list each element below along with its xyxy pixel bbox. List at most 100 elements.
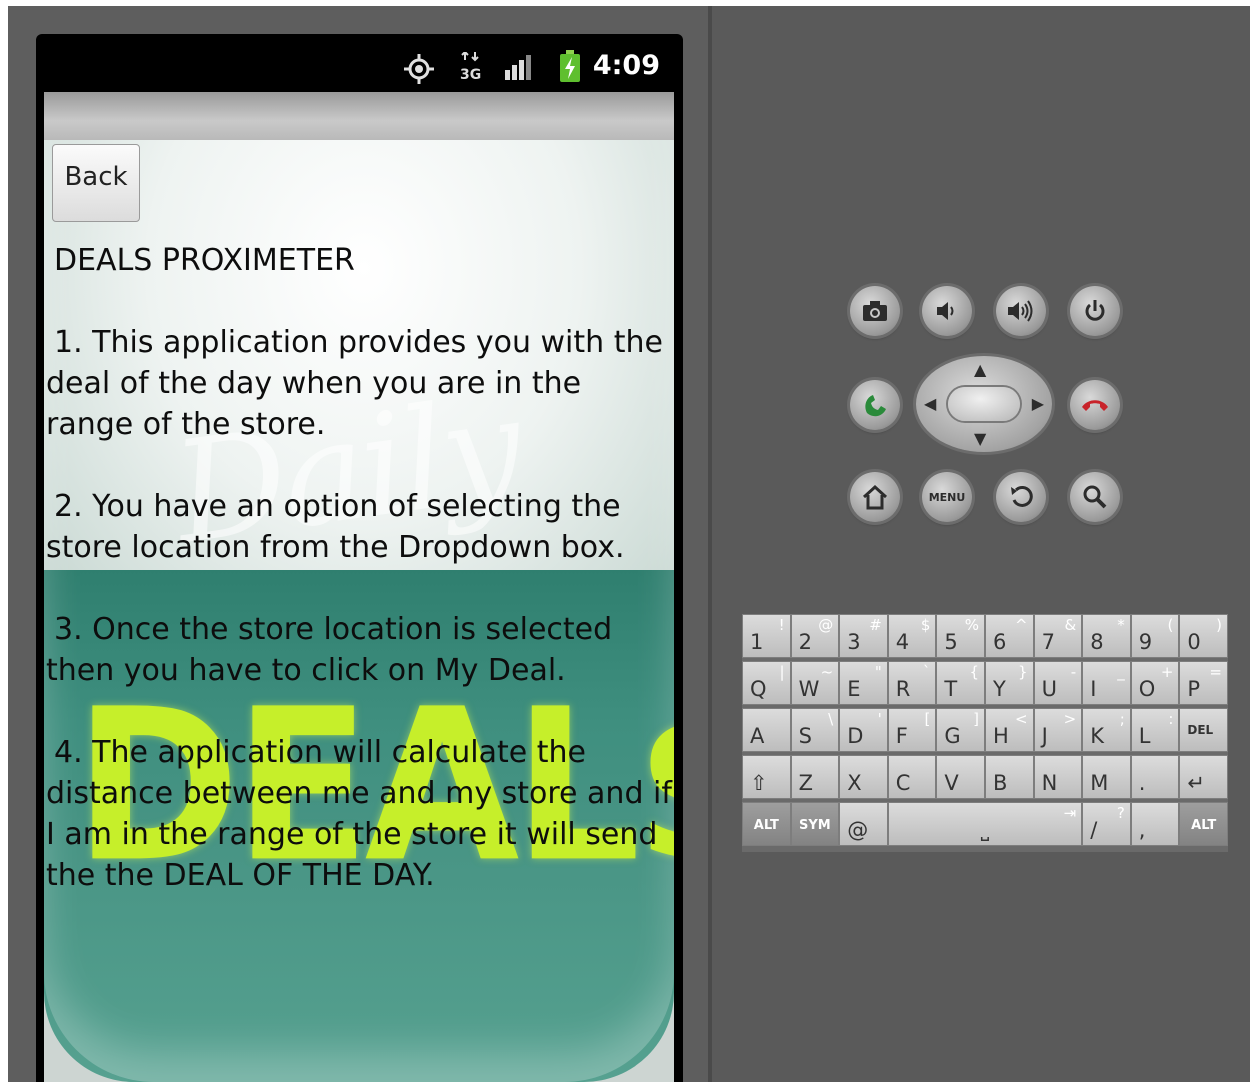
key-row4-8[interactable]: . bbox=[1130, 755, 1180, 799]
key-row4-1[interactable]: Z bbox=[790, 755, 840, 799]
key-row1-1[interactable]: 2 @ bbox=[790, 614, 840, 658]
key-row4-4[interactable]: V bbox=[936, 755, 985, 799]
help-paragraph-2: 2. You have an option of selecting the s… bbox=[46, 489, 625, 565]
dpad-down-icon[interactable]: ▼ bbox=[974, 429, 986, 448]
sym-key[interactable]: SYM bbox=[790, 802, 840, 846]
key-label: ↵ bbox=[1187, 771, 1205, 795]
dpad-left-icon[interactable]: ◀ bbox=[924, 394, 936, 413]
key-row3-8[interactable]: L: bbox=[1130, 708, 1180, 752]
power-button[interactable] bbox=[1070, 286, 1120, 336]
key-row1-6[interactable]: 7 & bbox=[1033, 614, 1083, 658]
key-alt-label: ' bbox=[877, 710, 882, 728]
key-row3-7[interactable]: K; bbox=[1082, 708, 1131, 752]
key-alt-label: & bbox=[1064, 616, 1077, 634]
key-label: X bbox=[847, 771, 862, 795]
key-label: , bbox=[1138, 818, 1146, 842]
key-row4-0[interactable]: ⇧ bbox=[742, 755, 791, 799]
key-row2-4[interactable]: T{ bbox=[936, 661, 985, 705]
key-label: Q bbox=[750, 677, 767, 701]
call-button[interactable] bbox=[850, 380, 900, 430]
key-alt-label: * bbox=[1117, 616, 1125, 634]
key-row1-4[interactable]: 5% bbox=[936, 614, 985, 658]
key-row4-7[interactable]: M bbox=[1082, 755, 1131, 799]
alt-right-key[interactable]: ALT bbox=[1179, 802, 1228, 846]
back-button[interactable]: Back bbox=[52, 144, 140, 222]
key-row4-3[interactable]: C bbox=[887, 755, 937, 799]
key-label: . bbox=[1138, 771, 1146, 795]
key-label: G bbox=[944, 724, 961, 748]
key-row3-1[interactable]: S \ bbox=[790, 708, 840, 752]
key-row2-1[interactable]: W ~ bbox=[790, 661, 840, 705]
key-label: M bbox=[1090, 771, 1109, 795]
key-row4-9[interactable]: ↵ bbox=[1179, 755, 1228, 799]
key-row1-3[interactable]: 4 $ bbox=[887, 614, 937, 658]
key-row3-4[interactable]: G] bbox=[936, 708, 985, 752]
status-bar: 3G 4:09 bbox=[44, 40, 674, 92]
title-bar bbox=[44, 92, 674, 140]
key-row4-6[interactable]: N bbox=[1033, 755, 1083, 799]
key-label: L bbox=[1138, 724, 1151, 748]
key-row3-6[interactable]: J > bbox=[1033, 708, 1083, 752]
key-label: C bbox=[895, 771, 911, 795]
dpad-center-button[interactable] bbox=[948, 387, 1020, 421]
key-row2-5[interactable]: Y} bbox=[985, 661, 1034, 705]
key-row3-9[interactable]: DEL bbox=[1179, 708, 1228, 752]
volume-up-icon bbox=[1008, 300, 1033, 322]
key-row3-3[interactable]: F[ bbox=[887, 708, 937, 752]
home-button[interactable] bbox=[850, 472, 900, 522]
key-alt-label: < bbox=[1015, 710, 1028, 728]
key-row3-2[interactable]: D ' bbox=[839, 708, 888, 752]
at-key[interactable]: @ bbox=[839, 802, 888, 846]
key-row3-0[interactable]: A bbox=[742, 708, 791, 752]
battery-charging-icon bbox=[558, 50, 582, 88]
dpad[interactable]: ▲ ▼ ◀ ▶ bbox=[916, 356, 1052, 452]
dpad-up-icon[interactable]: ▲ bbox=[974, 360, 986, 379]
key-label: DEL bbox=[1187, 723, 1214, 737]
key-alt-label: | bbox=[779, 663, 785, 681]
key-label: / bbox=[1090, 818, 1098, 842]
key-alt-label: = bbox=[1209, 663, 1222, 681]
alt-left-key[interactable]: ALT bbox=[742, 802, 791, 846]
back-arrow-icon bbox=[1011, 485, 1033, 507]
key-alt-label: - bbox=[1070, 663, 1077, 681]
key-row1-0[interactable]: 1! bbox=[742, 614, 791, 658]
key-row2-8[interactable]: O + bbox=[1130, 661, 1180, 705]
key-row1-7[interactable]: 8 * bbox=[1082, 614, 1131, 658]
key-row2-2[interactable]: E " bbox=[839, 661, 888, 705]
camera-button[interactable] bbox=[850, 286, 900, 336]
key-row1-2[interactable]: 3 # bbox=[839, 614, 888, 658]
end-call-button[interactable] bbox=[1070, 380, 1120, 430]
volume-down-button[interactable] bbox=[922, 286, 972, 336]
search-button[interactable] bbox=[1070, 472, 1120, 522]
key-row4-2[interactable]: X bbox=[839, 755, 888, 799]
space-key[interactable]: ⎵ ⇥ bbox=[887, 802, 1083, 846]
key-alt-label: " bbox=[874, 663, 882, 681]
menu-button[interactable]: MENU bbox=[922, 472, 972, 522]
key-row1-8[interactable]: 9( bbox=[1130, 614, 1180, 658]
key-label: ⎵ bbox=[980, 817, 990, 841]
key-row2-0[interactable]: Q | bbox=[742, 661, 791, 705]
dpad-right-icon[interactable]: ▶ bbox=[1032, 394, 1044, 413]
key-row2-3[interactable]: R ` bbox=[887, 661, 937, 705]
key-label: E bbox=[847, 677, 861, 701]
volume-up-button[interactable] bbox=[996, 286, 1046, 336]
key-row2-6[interactable]: U- bbox=[1033, 661, 1083, 705]
key-row2-7[interactable]: I _ bbox=[1082, 661, 1131, 705]
comma-key[interactable]: , bbox=[1130, 802, 1180, 846]
3g-icon: 3G bbox=[458, 50, 482, 88]
key-row3-5[interactable]: H < bbox=[985, 708, 1034, 752]
key-row1-9[interactable]: 0) bbox=[1179, 614, 1228, 658]
slash-key[interactable]: /? bbox=[1082, 802, 1131, 846]
key-label: K bbox=[1090, 724, 1104, 748]
call-icon bbox=[865, 395, 886, 417]
key-label: Z bbox=[798, 771, 813, 795]
back-hardware-button[interactable] bbox=[996, 472, 1046, 522]
key-alt-label: ! bbox=[778, 616, 785, 634]
key-label: 7 bbox=[1041, 630, 1055, 654]
key-label: 8 bbox=[1090, 630, 1104, 654]
key-row4-5[interactable]: B bbox=[985, 755, 1034, 799]
emulator-controls-panel bbox=[712, 6, 1250, 1082]
key-row2-9[interactable]: P = bbox=[1179, 661, 1228, 705]
key-label: ⇧ bbox=[750, 771, 768, 795]
key-row1-5[interactable]: 6 ^ bbox=[985, 614, 1034, 658]
